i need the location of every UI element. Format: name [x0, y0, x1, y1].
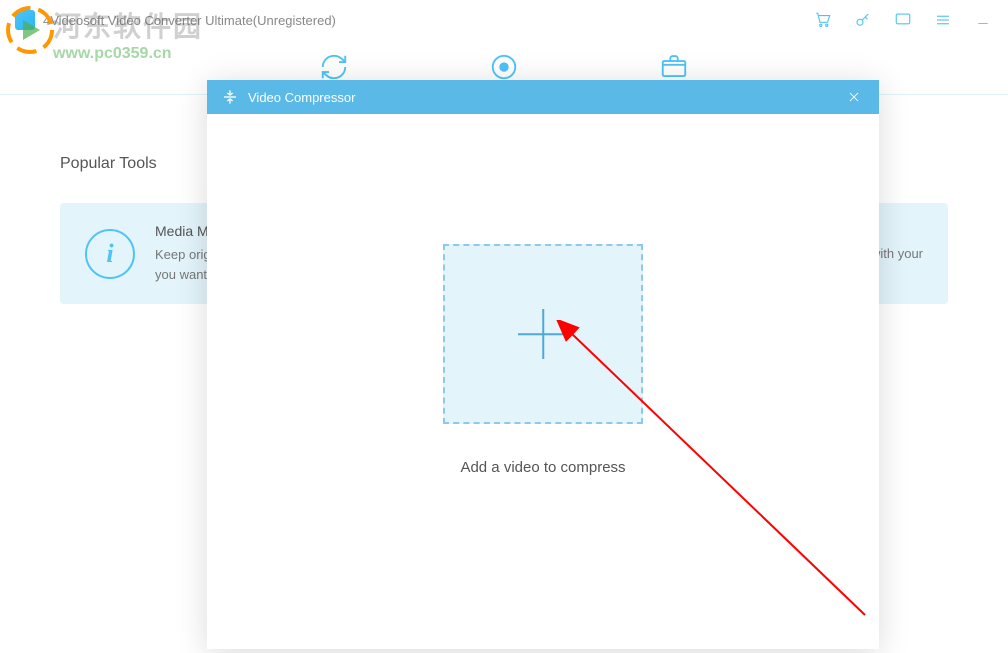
menu-icon[interactable] — [933, 10, 953, 30]
cart-icon[interactable] — [813, 10, 833, 30]
app-logo-icon — [15, 10, 35, 30]
info-icon: i — [85, 229, 135, 279]
main-window: 河东软件园 www.pc0359.cn 4Videosoft Video Con… — [0, 0, 1008, 653]
dropzone-label: Add a video to compress — [460, 459, 625, 476]
minimize-icon[interactable] — [973, 10, 993, 30]
key-icon[interactable] — [853, 10, 873, 30]
compress-icon — [222, 89, 238, 105]
modal-title: Video Compressor — [248, 90, 355, 105]
plus-icon — [518, 309, 568, 359]
video-compressor-modal: Video Compressor Add a video to compress — [207, 80, 879, 649]
feedback-icon[interactable] — [893, 10, 913, 30]
titlebar: 4Videosoft Video Converter Ultimate(Unre… — [0, 0, 1008, 40]
modal-header: Video Compressor — [207, 80, 879, 114]
add-video-dropzone[interactable] — [443, 244, 643, 424]
app-title: 4Videosoft Video Converter Ultimate(Unre… — [43, 13, 336, 28]
close-icon[interactable] — [844, 87, 864, 107]
